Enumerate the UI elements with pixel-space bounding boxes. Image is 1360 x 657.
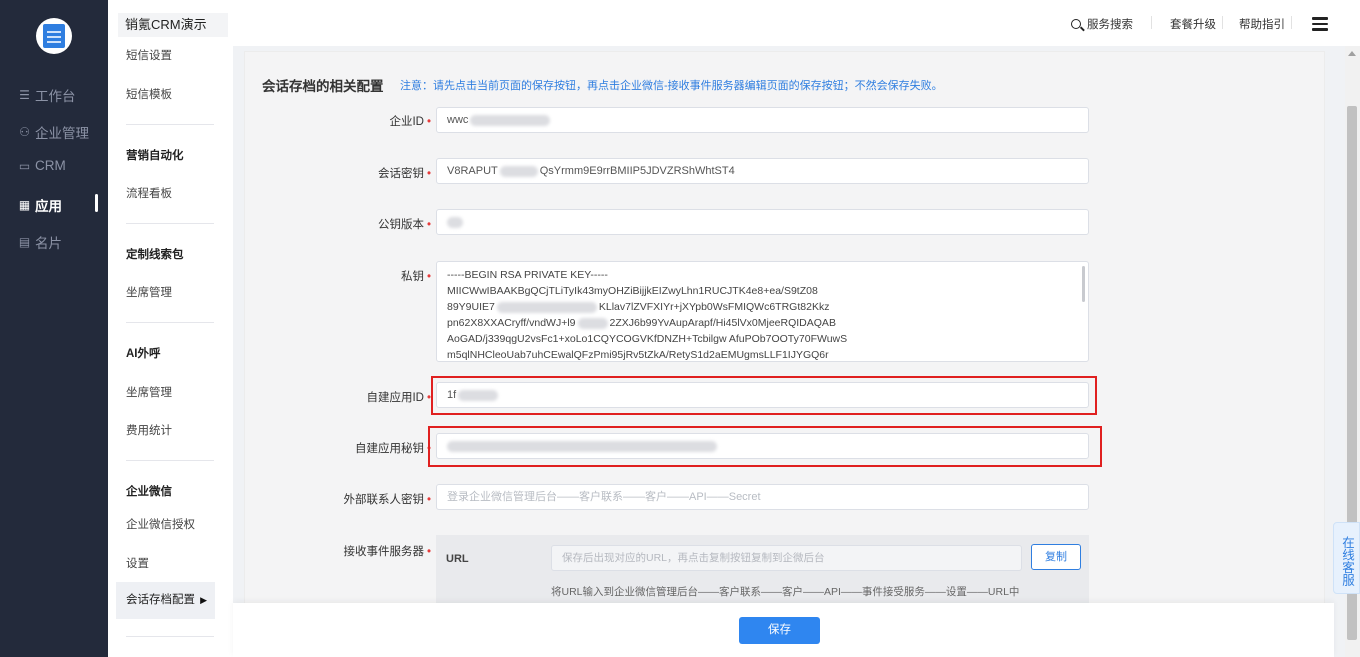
service-search-button[interactable]: 服务搜索 bbox=[1071, 16, 1133, 32]
help-guide-link[interactable]: 帮助指引 bbox=[1239, 16, 1285, 32]
save-bar: 保存 bbox=[233, 603, 1334, 657]
submenu-item-cost-stats[interactable]: 费用统计 bbox=[126, 422, 172, 438]
textarea-scrollbar[interactable] bbox=[1082, 266, 1085, 302]
corp-id-label: 企业ID • bbox=[389, 116, 431, 128]
sub-menu: 销氪CRM演示 短信设置 短信模板 营销自动化 流程看板 定制线索包 坐席管理 … bbox=[108, 0, 233, 657]
top-bar: 服务搜索 套餐升级 帮助指引 bbox=[233, 0, 1360, 46]
key-line: -----BEGIN RSA PRIVATE KEY----- bbox=[447, 269, 608, 281]
rail-item-enterprise[interactable]: ⚇ 企业管理 bbox=[18, 122, 89, 142]
save-button[interactable]: 保存 bbox=[739, 617, 820, 644]
key-line: m5qlNHCleoUab7uhCEwalQFzPmi95jRv5tZkA/Re… bbox=[447, 349, 829, 361]
submenu-item-label: 会话存档配置 bbox=[126, 594, 195, 606]
org-title[interactable]: 销氪CRM演示 bbox=[118, 13, 228, 37]
app-id-label: 自建应用ID • bbox=[366, 392, 431, 404]
submenu-item-seat-manage[interactable]: 坐席管理 bbox=[126, 284, 172, 300]
rail-item-workbench[interactable]: ☰ 工作台 bbox=[18, 85, 76, 105]
contact-secret-label: 外部联系人密钥 • bbox=[343, 494, 431, 506]
redacted-mask bbox=[447, 216, 463, 228]
submenu-group-wework: 企业微信 bbox=[126, 486, 172, 498]
divider bbox=[1151, 16, 1152, 29]
submenu-item-settings[interactable]: 设置 bbox=[126, 555, 149, 571]
submenu-group-marketing: 营销自动化 bbox=[126, 150, 184, 162]
section-note: 注意：请先点击当前页面的保存按钮，再点击企业微信-接收事件服务器编辑页面的保存按… bbox=[400, 80, 943, 92]
copy-button[interactable]: 复制 bbox=[1031, 544, 1081, 570]
corp-id-field[interactable]: wwc bbox=[436, 107, 1089, 133]
active-indicator bbox=[95, 194, 98, 212]
submenu-item-sms-templates[interactable]: 短信模板 bbox=[126, 86, 172, 102]
rail-item-apps[interactable]: ▦ 应用 bbox=[18, 195, 62, 215]
caret-right-icon: ▶ bbox=[200, 595, 207, 605]
search-icon bbox=[1071, 19, 1081, 29]
plan-upgrade-link[interactable]: 套餐升级 bbox=[1170, 16, 1216, 32]
url-help-text: 将URL输入到企业微信管理后台——客户联系——客户——API——事件接受服务——… bbox=[551, 586, 1020, 598]
url-input[interactable]: 保存后出现对应的URL，再点击复制按钮复制到企微后台 bbox=[551, 545, 1022, 571]
rail-item-label: 应用 bbox=[35, 199, 62, 214]
scroll-up-icon[interactable] bbox=[1348, 51, 1356, 56]
building-icon bbox=[43, 24, 65, 48]
submenu-item-flow-board[interactable]: 流程看板 bbox=[126, 185, 172, 201]
divider bbox=[126, 460, 214, 461]
redacted-mask bbox=[577, 317, 608, 329]
org-icon: ⚇ bbox=[19, 125, 30, 139]
event-server-label: 接收事件服务器 • bbox=[343, 546, 431, 558]
divider bbox=[126, 124, 214, 125]
submenu-item-archive-config[interactable]: 会话存档配置 ▶ bbox=[116, 582, 215, 619]
pubkey-version-label: 公钥版本 • bbox=[377, 219, 431, 231]
app-secret-label: 自建应用秘钥 • bbox=[354, 443, 431, 455]
highlight-app-secret bbox=[428, 426, 1102, 467]
session-secret-field[interactable]: V8RAPUT QsYrmm9E9rrBMIIP5JDVZRShWhtST4 bbox=[436, 158, 1089, 184]
online-service-button[interactable]: 在线客服 bbox=[1333, 522, 1360, 594]
key-line: AoGAD/j339qgU2vsFc1+xoLo1CQYCOGVKfDNZH+T… bbox=[447, 333, 848, 345]
rail-item-label: CRM bbox=[35, 158, 66, 173]
divider bbox=[126, 322, 214, 323]
private-key-textarea[interactable]: -----BEGIN RSA PRIVATE KEY----- MIICWwIB… bbox=[436, 261, 1089, 362]
session-secret-label: 会话密钥 • bbox=[377, 168, 431, 180]
divider bbox=[126, 636, 214, 637]
private-key-label: 私钥 • bbox=[400, 271, 431, 283]
submenu-group-ai-call: AI外呼 bbox=[126, 348, 161, 360]
company-logo[interactable] bbox=[36, 18, 72, 54]
list-icon: ☰ bbox=[19, 88, 30, 102]
rail-item-crm[interactable]: ▭ CRM bbox=[18, 158, 66, 173]
section-title: 会话存档的相关配置 bbox=[262, 79, 384, 94]
redacted-mask bbox=[470, 114, 551, 126]
config-panel: 会话存档的相关配置 注意：请先点击当前页面的保存按钮，再点击企业微信-接收事件服… bbox=[244, 51, 1325, 657]
card-icon: ▤ bbox=[18, 235, 31, 249]
key-line: pn62X8XXACryff/vndWJ+l9 2ZXJ6b99YvAupArap… bbox=[447, 317, 836, 329]
rail-item-label: 名片 bbox=[35, 236, 62, 251]
redacted-mask bbox=[496, 301, 597, 313]
service-search-label: 服务搜索 bbox=[1087, 19, 1133, 31]
submenu-item-seat-manage-ai[interactable]: 坐席管理 bbox=[126, 384, 172, 400]
rail-item-card[interactable]: ▤ 名片 bbox=[18, 232, 62, 252]
submenu-item-wework-auth[interactable]: 企业微信授权 bbox=[126, 516, 195, 532]
grid-icon: ▦ bbox=[18, 198, 31, 212]
rail-item-label: 企业管理 bbox=[35, 126, 89, 141]
rail-item-label: 工作台 bbox=[35, 89, 76, 104]
divider bbox=[1222, 16, 1223, 29]
highlight-app-id bbox=[431, 376, 1097, 415]
key-line: MIICWwIBAAKBgQCjTLiTyIk43myOHZiBijjkEIZw… bbox=[447, 285, 818, 297]
divider bbox=[126, 223, 214, 224]
submenu-group-leads: 定制线索包 bbox=[126, 249, 184, 261]
menu-icon[interactable] bbox=[1312, 17, 1328, 31]
divider bbox=[1291, 16, 1292, 29]
pubkey-version-field[interactable] bbox=[436, 209, 1089, 235]
contact-secret-input[interactable]: 登录企业微信管理后台——客户联系——客户——API——Secret bbox=[436, 484, 1089, 510]
url-label: URL bbox=[446, 553, 469, 565]
redacted-mask bbox=[499, 165, 538, 177]
main-nav-rail: ☰ 工作台 ⚇ 企业管理 ▭ CRM ▦ 应用 ▤ 名片 bbox=[0, 0, 108, 657]
crm-icon: ▭ bbox=[18, 158, 31, 173]
key-line: 89Y9UIE7 KLlav7lZVFXIYr+jXYpb0WsFMIQWc6TR… bbox=[447, 301, 830, 313]
submenu-item-sms-settings[interactable]: 短信设置 bbox=[126, 47, 172, 63]
